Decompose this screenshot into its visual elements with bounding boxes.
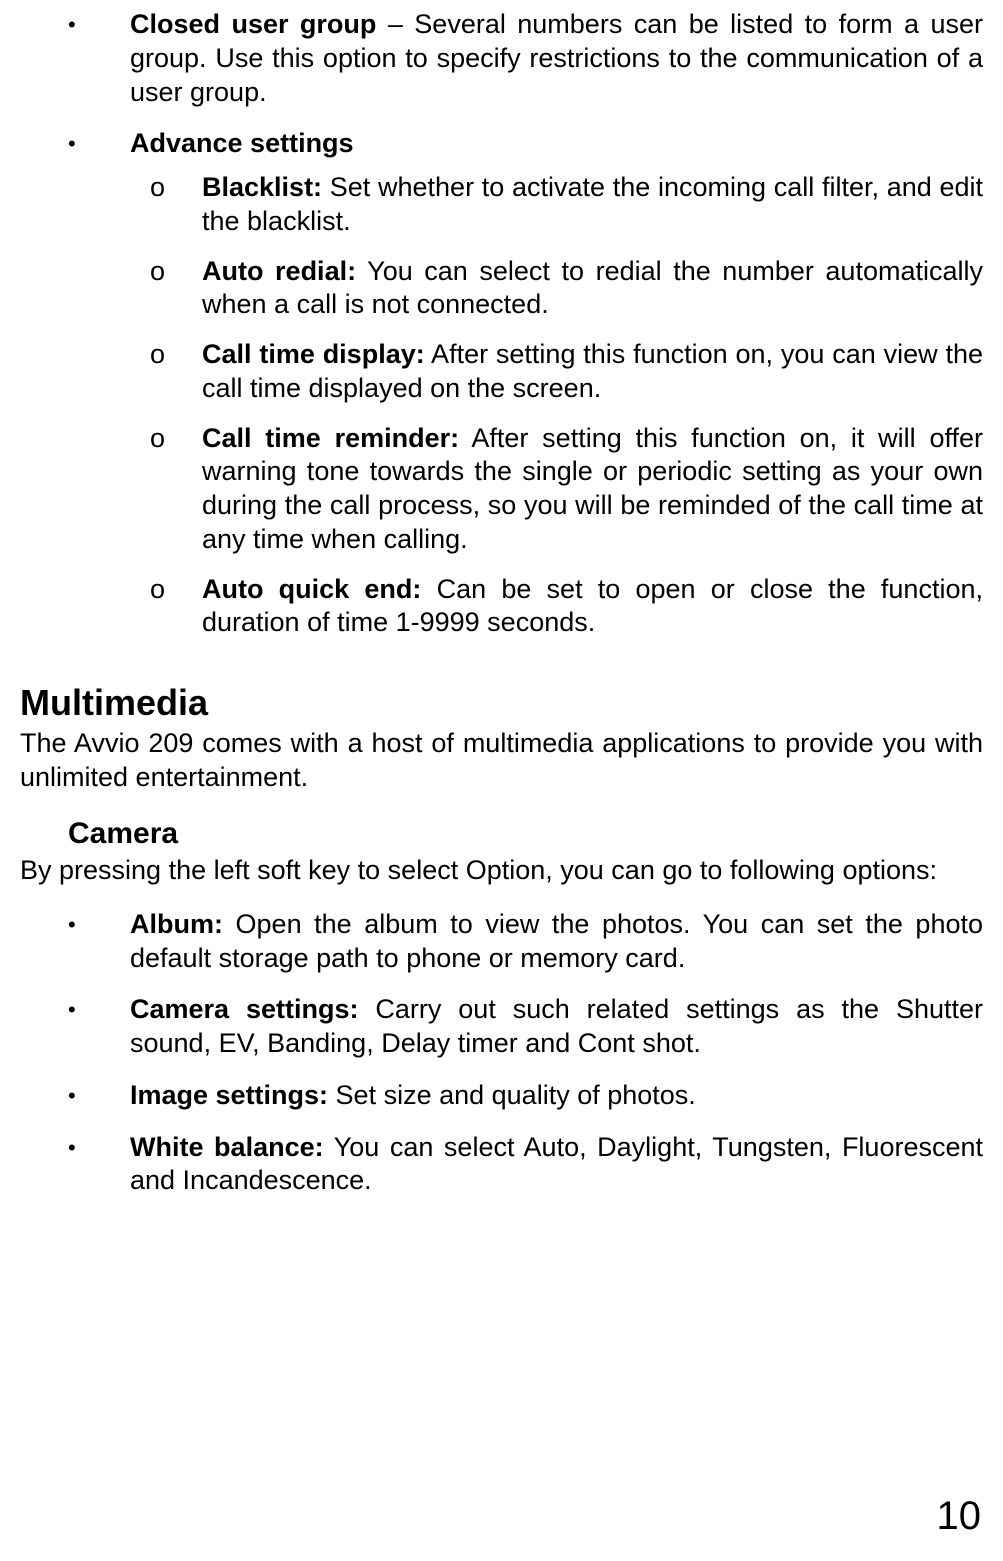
bullet-content: Closed user group – Several numbers can … [130,8,983,109]
sub-bullet-content: Blacklist: Set whether to activate the i… [202,171,983,239]
bullet-content: White balance: You can select Auto, Dayl… [130,1131,983,1199]
auto-quick-end-title: Auto quick end: [202,574,421,604]
bullet-content: Camera settings: Carry out such related … [130,993,983,1061]
sub-bullet-content: Auto quick end: Can be set to open or cl… [202,573,983,641]
bullet-marker: • [20,127,130,161]
bullet-content: Advance settings [130,127,983,161]
sub-bullet-auto-quick-end: o Auto quick end: Can be set to open or … [130,573,983,641]
closed-user-group-title: Closed user group [130,9,376,39]
sub-bullet-marker: o [130,338,202,406]
sub-bullet-marker: o [130,573,202,641]
call-time-reminder-title: Call time reminder: [202,423,459,453]
album-text: Open the album to view the photos. You c… [130,909,983,973]
image-settings-text: Set size and quality of photos. [328,1080,696,1110]
bullet-marker: • [20,8,130,109]
bullet-camera-settings: • Camera settings: Carry out such relate… [20,993,983,1061]
bullet-marker: • [20,1131,130,1199]
sub-bullet-content: Call time display: After setting this fu… [202,338,983,406]
white-balance-title: White balance: [130,1132,324,1162]
document-page: • Closed user group – Several numbers ca… [20,0,983,1198]
sub-bullet-blacklist: o Blacklist: Set whether to activate the… [130,171,983,239]
bullet-marker: • [20,908,130,976]
multimedia-body: The Avvio 209 comes with a host of multi… [20,727,983,795]
camera-body: By pressing the left soft key to select … [20,854,983,888]
sub-bullet-marker: o [130,422,202,557]
camera-title: Camera [68,815,983,853]
image-settings-title: Image settings: [130,1080,328,1110]
album-title: Album: [130,909,223,939]
sub-bullet-marker: o [130,255,202,323]
sub-bullet-call-time-reminder: o Call time reminder: After setting this… [130,422,983,557]
multimedia-title: Multimedia [20,680,983,725]
sub-bullet-content: Call time reminder: After setting this f… [202,422,983,557]
camera-settings-title: Camera settings: [130,994,358,1024]
bullet-image-settings: • Image settings: Set size and quality o… [20,1079,983,1113]
sub-bullet-marker: o [130,171,202,239]
bullet-closed-user-group: • Closed user group – Several numbers ca… [20,8,983,109]
sub-bullet-auto-redial: o Auto redial: You can select to redial … [130,255,983,323]
bullet-album: • Album: Open the album to view the phot… [20,908,983,976]
blacklist-title: Blacklist: [202,172,322,202]
bullet-advance-settings: • Advance settings [20,127,983,161]
bullet-marker: • [20,993,130,1061]
sub-bullet-content: Auto redial: You can select to redial th… [202,255,983,323]
advance-settings-title: Advance settings [130,128,354,158]
sub-bullet-call-time-display: o Call time display: After setting this … [130,338,983,406]
bullet-marker: • [20,1079,130,1113]
bullet-white-balance: • White balance: You can select Auto, Da… [20,1131,983,1199]
bullet-content: Album: Open the album to view the photos… [130,908,983,976]
auto-redial-title: Auto redial: [202,256,356,286]
call-time-display-title: Call time display: [202,339,425,369]
page-number: 10 [937,1491,982,1541]
bullet-content: Image settings: Set size and quality of … [130,1079,983,1113]
